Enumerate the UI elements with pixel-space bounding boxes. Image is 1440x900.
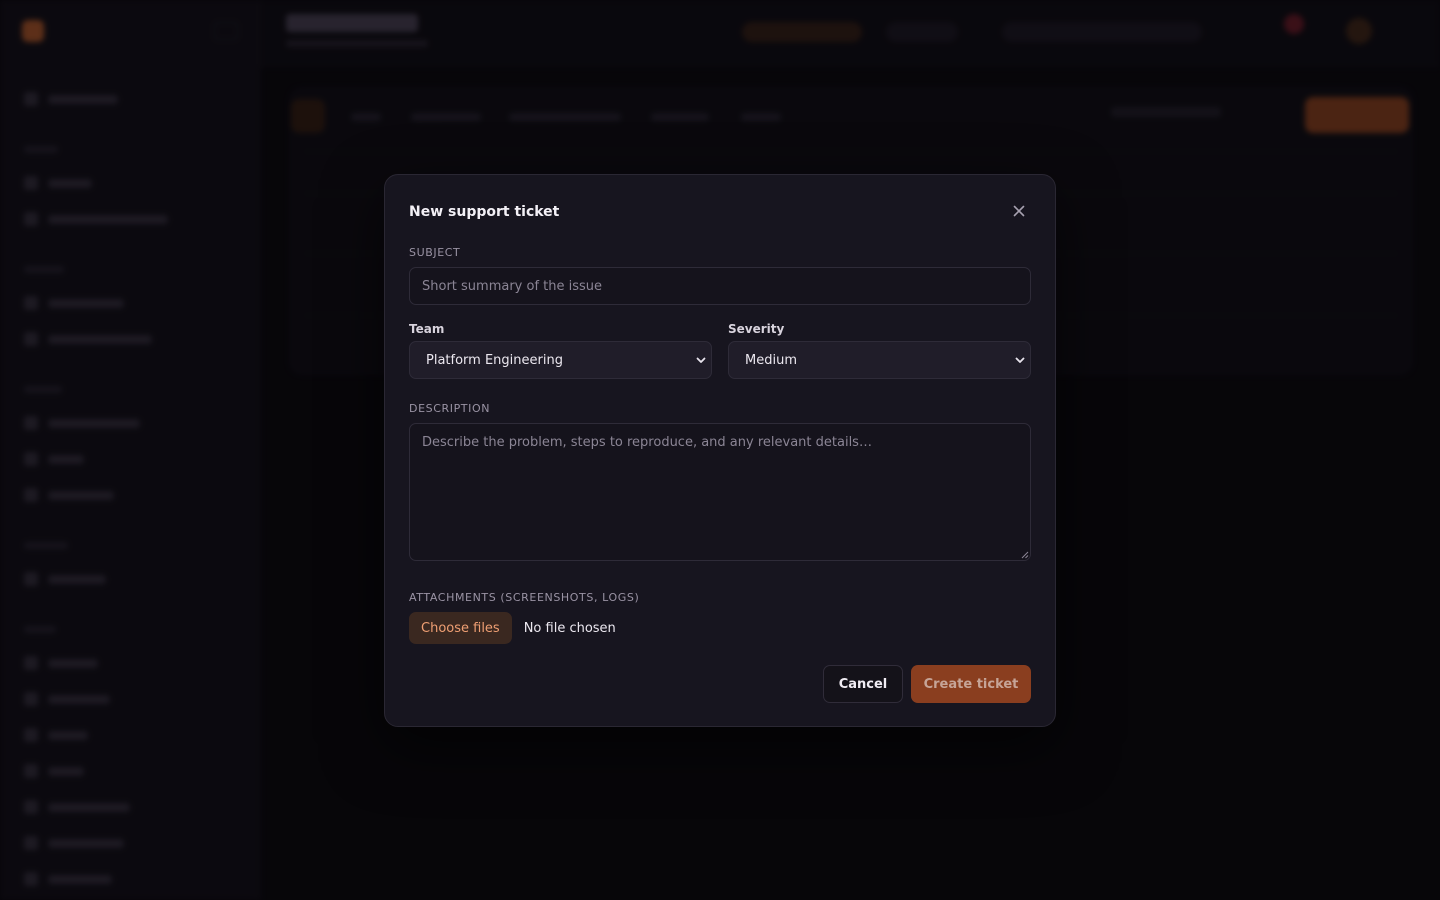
dialog-title: New support ticket [409,204,560,220]
subject-input[interactable] [409,267,1031,305]
severity-label: Severity [728,322,785,336]
chevron-down-icon [1015,357,1025,363]
close-button[interactable] [1011,203,1027,219]
file-status-text: No file chosen [523,620,616,636]
choose-files-button[interactable]: Choose files [409,612,512,644]
severity-select-value: Medium [745,352,797,368]
chevron-down-icon [696,357,706,363]
attachments-input: Choose files No file chosen [409,612,616,644]
cancel-button[interactable]: Cancel [823,665,903,703]
severity-select[interactable]: Medium [728,341,1031,379]
create-ticket-button[interactable]: Create ticket [911,665,1031,703]
team-label: Team [409,322,445,336]
description-label: DESCRIPTION [409,402,491,415]
team-select[interactable]: Platform Engineering [409,341,712,379]
new-ticket-dialog: New support ticket SUBJECT Team Platform… [384,174,1056,727]
team-select-value: Platform Engineering [426,352,563,368]
resize-handle-icon[interactable] [1021,551,1029,559]
description-textarea[interactable] [409,423,1031,561]
attachments-label: ATTACHMENTS (SCREENSHOTS, LOGS) [409,591,640,604]
subject-label: SUBJECT [409,246,461,259]
close-icon [1013,205,1025,217]
